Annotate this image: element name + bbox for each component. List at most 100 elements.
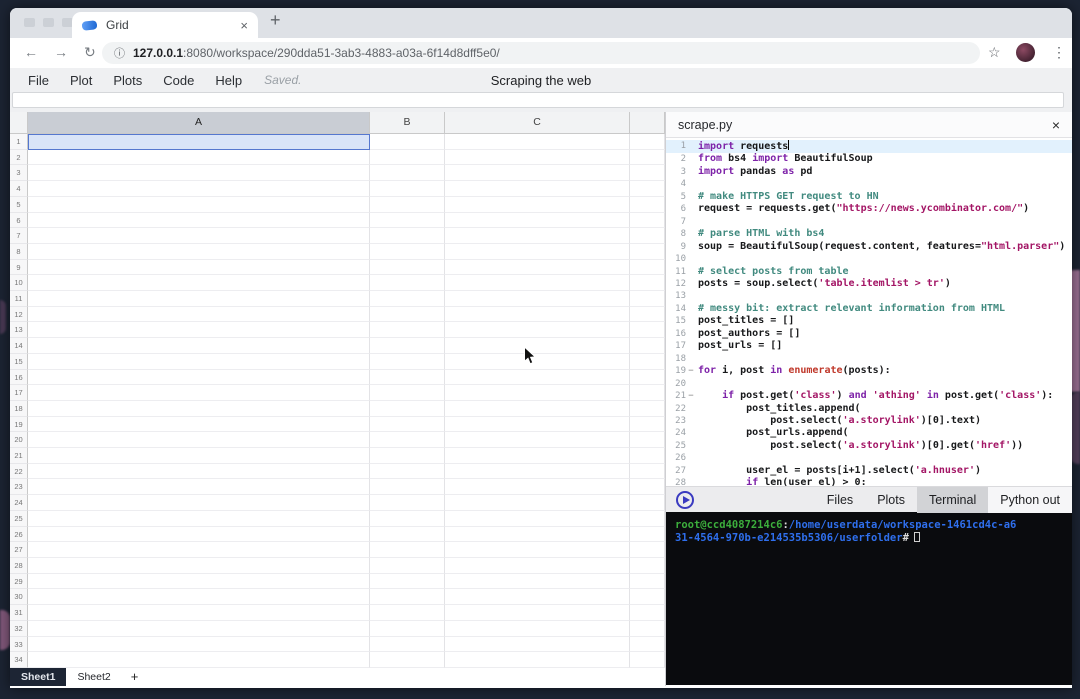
grid-cell[interactable] bbox=[28, 432, 370, 449]
grid-cell[interactable] bbox=[445, 243, 630, 260]
grid-cell[interactable] bbox=[445, 181, 630, 197]
grid-cell[interactable] bbox=[445, 306, 630, 323]
row-header[interactable]: 23 bbox=[10, 479, 28, 496]
grid-cell[interactable] bbox=[630, 573, 665, 590]
grid-cell[interactable] bbox=[28, 416, 370, 433]
grid-cell[interactable] bbox=[28, 353, 370, 370]
row-header[interactable]: 2 bbox=[10, 149, 28, 166]
grid-cell[interactable] bbox=[445, 463, 630, 480]
row-header[interactable]: 28 bbox=[10, 557, 28, 574]
code-line[interactable]: 4 bbox=[666, 178, 1072, 190]
row-header[interactable]: 15 bbox=[10, 353, 28, 370]
code-line[interactable]: 5 # make HTTPS GET request to HN bbox=[666, 191, 1072, 203]
fold-marker-icon[interactable]: − bbox=[686, 390, 696, 402]
grid-cell[interactable] bbox=[370, 181, 445, 197]
grid-cell[interactable] bbox=[630, 134, 665, 150]
grid-cell[interactable] bbox=[370, 353, 445, 370]
info-icon[interactable]: ⓘ bbox=[114, 45, 125, 61]
grid-cell[interactable] bbox=[370, 652, 445, 668]
menu-item-plots[interactable]: Plots bbox=[113, 73, 142, 88]
row-header[interactable]: 21 bbox=[10, 448, 28, 464]
grid-cell[interactable] bbox=[445, 526, 630, 543]
code-line[interactable]: 22 post_titles.append( bbox=[666, 403, 1072, 415]
menu-item-file[interactable]: File bbox=[28, 73, 49, 88]
grid-cell[interactable] bbox=[28, 400, 370, 417]
back-button[interactable]: ← bbox=[24, 44, 38, 60]
grid-cell[interactable] bbox=[630, 542, 665, 558]
code-line[interactable]: 16 post_authors = [] bbox=[666, 328, 1072, 340]
grid-cell[interactable] bbox=[445, 636, 630, 653]
grid-cell[interactable] bbox=[630, 416, 665, 433]
code-line[interactable]: 6 request = requests.get("https://news.yc… bbox=[666, 203, 1072, 215]
grid-cell[interactable] bbox=[445, 400, 630, 417]
grid-cell[interactable] bbox=[370, 416, 445, 433]
code-line[interactable]: 3 import pandas as pd bbox=[666, 166, 1072, 178]
code-line[interactable]: 26 bbox=[666, 452, 1072, 464]
grid-cell[interactable] bbox=[630, 589, 665, 606]
grid-cell[interactable] bbox=[28, 652, 370, 668]
row-header[interactable]: 17 bbox=[10, 385, 28, 401]
grid-cell[interactable] bbox=[445, 479, 630, 496]
grid-cell[interactable] bbox=[445, 416, 630, 433]
row-header[interactable]: 13 bbox=[10, 322, 28, 339]
sheet-tab-sheet1[interactable]: Sheet1 bbox=[10, 668, 67, 686]
grid-cell[interactable] bbox=[370, 149, 445, 166]
grid-cell[interactable] bbox=[445, 196, 630, 213]
grid-cell[interactable] bbox=[370, 463, 445, 480]
code-line[interactable]: 19− for i, post in enumerate(posts): bbox=[666, 365, 1072, 377]
grid-cell[interactable] bbox=[28, 479, 370, 496]
browser-tab[interactable]: Grid × bbox=[72, 12, 258, 38]
grid-cell[interactable] bbox=[28, 196, 370, 213]
code-line[interactable]: 2 from bs4 import BeautifulSoup bbox=[666, 153, 1072, 165]
grid-cell[interactable] bbox=[630, 149, 665, 166]
browser-menu-icon[interactable]: ⋮ bbox=[1052, 44, 1066, 61]
row-header[interactable]: 4 bbox=[10, 181, 28, 197]
grid-cell[interactable] bbox=[370, 400, 445, 417]
row-header[interactable]: 9 bbox=[10, 259, 28, 276]
row-header[interactable]: 31 bbox=[10, 605, 28, 621]
grid-cell[interactable] bbox=[28, 322, 370, 339]
grid-cell[interactable] bbox=[370, 557, 445, 574]
grid-cell[interactable] bbox=[445, 557, 630, 574]
grid-cell[interactable] bbox=[370, 495, 445, 511]
grid-cell[interactable] bbox=[28, 542, 370, 558]
grid-cell[interactable] bbox=[370, 385, 445, 401]
grid-body[interactable]: 1 2 3 4 5 6 7 8 9 10 11 12 13 14 15 16 17 18 19 20 21 22 23 24 2… bbox=[10, 134, 665, 668]
grid-cell[interactable] bbox=[28, 526, 370, 543]
grid-cell[interactable] bbox=[370, 432, 445, 449]
row-header[interactable]: 22 bbox=[10, 463, 28, 480]
grid-cell[interactable] bbox=[28, 165, 370, 182]
menu-item-help[interactable]: Help bbox=[215, 73, 242, 88]
column-header-c[interactable]: C bbox=[445, 112, 630, 134]
grid-cell[interactable] bbox=[28, 369, 370, 386]
grid-cell[interactable] bbox=[630, 526, 665, 543]
grid-cell[interactable] bbox=[370, 259, 445, 276]
reload-button[interactable]: ↻ bbox=[84, 44, 96, 61]
grid-cell[interactable] bbox=[28, 557, 370, 574]
grid-cell[interactable] bbox=[370, 589, 445, 606]
corner-cell[interactable] bbox=[10, 112, 28, 134]
row-header[interactable]: 30 bbox=[10, 589, 28, 606]
grid-cell[interactable] bbox=[28, 181, 370, 197]
grid-cell[interactable] bbox=[630, 495, 665, 511]
code-line[interactable]: 14 # messy bit: extract relevant informat… bbox=[666, 303, 1072, 315]
row-header[interactable]: 34 bbox=[10, 652, 28, 668]
code-line[interactable]: 9 soup = BeautifulSoup(request.content, f… bbox=[666, 241, 1072, 253]
grid-cell[interactable] bbox=[445, 212, 630, 229]
panel-tab-terminal[interactable]: Terminal bbox=[916, 486, 989, 513]
grid-cell[interactable] bbox=[445, 448, 630, 464]
grid-cell[interactable] bbox=[445, 369, 630, 386]
grid-cell[interactable] bbox=[370, 369, 445, 386]
grid-cell[interactable] bbox=[370, 243, 445, 260]
row-header[interactable]: 8 bbox=[10, 243, 28, 260]
grid-cell[interactable] bbox=[28, 306, 370, 323]
grid-cell[interactable] bbox=[630, 605, 665, 621]
grid-cell[interactable] bbox=[28, 605, 370, 621]
grid-cell[interactable] bbox=[630, 306, 665, 323]
grid-cell[interactable] bbox=[28, 385, 370, 401]
grid-cell[interactable] bbox=[445, 573, 630, 590]
grid-cell[interactable] bbox=[630, 400, 665, 417]
grid-cell[interactable] bbox=[630, 463, 665, 480]
window-control-button[interactable] bbox=[24, 18, 35, 27]
grid-cell[interactable] bbox=[630, 620, 665, 637]
